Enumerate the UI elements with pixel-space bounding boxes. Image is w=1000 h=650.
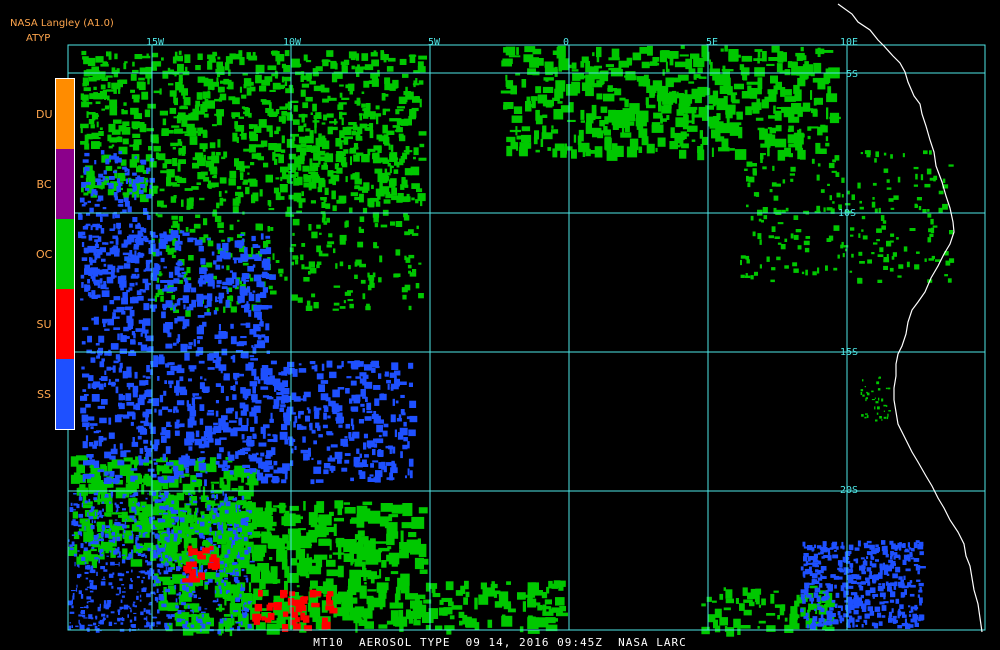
legend-swatch-du bbox=[56, 79, 74, 149]
longitude-labels: 15W 10W 5W 0 5E 10E bbox=[146, 37, 858, 48]
lon-label: 15W bbox=[146, 37, 165, 48]
legend-label-du: DU bbox=[36, 108, 53, 121]
legend-label-su: SU bbox=[36, 318, 52, 331]
lat-label: 15S bbox=[840, 347, 858, 358]
coastline bbox=[837, 3, 983, 633]
color-legend bbox=[55, 78, 75, 430]
aerosol-map: 15W 10W 5W 0 5E 10E 5S 10S 15S 20S bbox=[67, 3, 986, 637]
lon-label: 5E bbox=[706, 37, 718, 48]
lon-label: 10E bbox=[840, 37, 858, 48]
legend-swatch-oc bbox=[56, 219, 74, 289]
lat-label: 20S bbox=[840, 485, 858, 496]
lon-label: 10W bbox=[283, 37, 302, 48]
legend-label-bc: BC bbox=[36, 178, 52, 191]
lon-label: 0 bbox=[563, 37, 569, 48]
legend-label-oc: OC bbox=[36, 248, 53, 261]
legend-swatch-bc bbox=[56, 149, 74, 219]
lat-label: 10S bbox=[838, 208, 856, 219]
legend-swatch-ss bbox=[56, 359, 74, 429]
lat-label: 5S bbox=[846, 69, 858, 80]
legend-label-ss: SS bbox=[37, 388, 51, 401]
lon-label: 5W bbox=[428, 37, 441, 48]
legend-swatch-su bbox=[56, 289, 74, 359]
latitude-labels: 5S 10S 15S 20S bbox=[838, 69, 858, 496]
aerosol-pixels bbox=[68, 45, 955, 637]
footer-caption: MT10 AEROSOL TYPE 09 14, 2016 09:45Z NAS… bbox=[313, 636, 687, 649]
